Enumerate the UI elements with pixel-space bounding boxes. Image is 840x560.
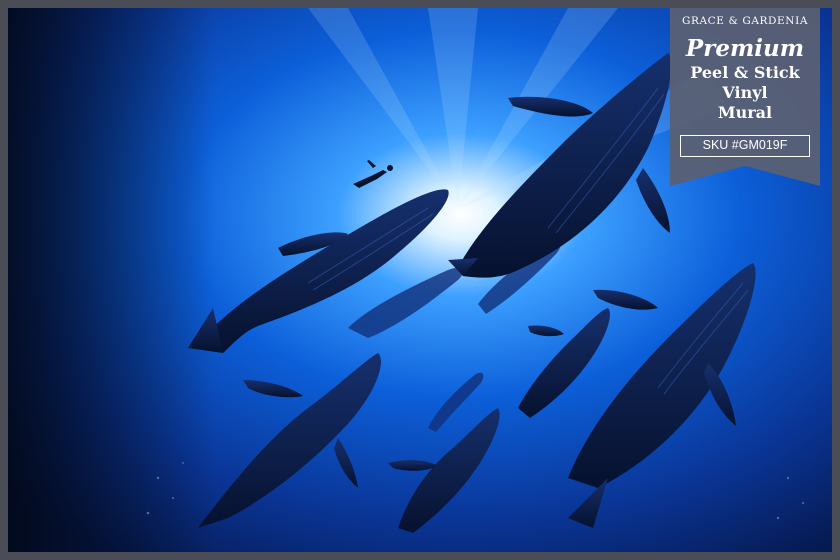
- brand-name: GRACE & GARDENIA: [681, 15, 809, 27]
- product-line-1: Peel & Stick: [690, 63, 800, 82]
- mural-frame: GRACE & GARDENIA Premium Peel & Stick Vi…: [0, 0, 840, 560]
- product-line-2: Vinyl: [722, 83, 768, 102]
- sku-label: SKU #GM019F: [680, 135, 810, 157]
- product-badge: GRACE & GARDENIA Premium Peel & Stick Vi…: [670, 8, 820, 186]
- product-line-3: Mural: [717, 103, 773, 122]
- premium-label: Premium: [685, 35, 805, 62]
